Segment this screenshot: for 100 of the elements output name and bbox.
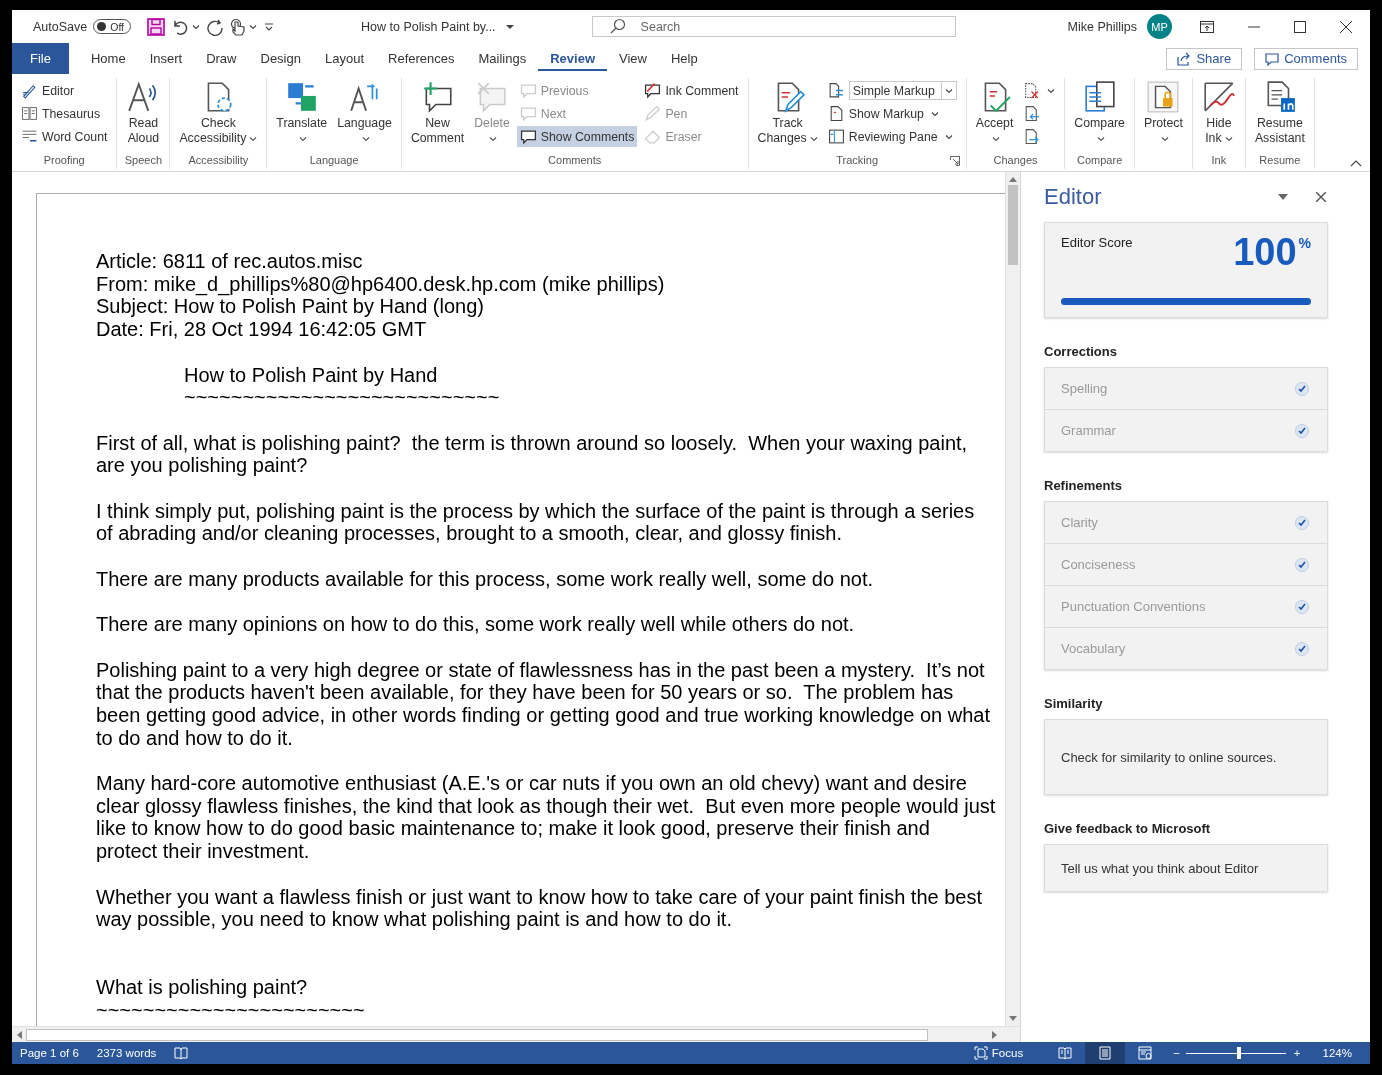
check-label: Clarity xyxy=(1061,515,1098,530)
ribbon-button[interactable]: Accept xyxy=(972,78,1017,154)
section-heading: Similarity xyxy=(1044,696,1104,711)
vertical-scrollbar[interactable] xyxy=(1005,172,1020,1026)
book-icon[interactable] xyxy=(174,1046,189,1060)
caret-icon xyxy=(299,134,308,143)
pane-icon xyxy=(827,128,845,145)
ribbon-tab[interactable]: Draw xyxy=(194,43,249,74)
markup-select[interactable]: Simple Markup xyxy=(848,81,957,100)
ribbon-button[interactable]: Track Changes xyxy=(754,78,821,154)
page-icon xyxy=(1099,1046,1112,1060)
action-card[interactable]: Tell us what you think about Editor xyxy=(1044,844,1328,892)
zoom-level[interactable]: 124% xyxy=(1322,1047,1352,1059)
share-icon xyxy=(1177,51,1192,66)
caret-icon xyxy=(362,134,371,143)
comment-icon xyxy=(519,128,537,145)
ribbon-button[interactable]: Translate xyxy=(273,78,331,154)
word-count[interactable]: 2373 words xyxy=(96,1047,157,1059)
ribbon-button[interactable]: Ink Comment xyxy=(641,80,742,101)
action-card[interactable]: Check for similarity to online sources. xyxy=(1044,719,1328,795)
group-label: Accessibility xyxy=(188,154,249,166)
section-heading: Give feedback to Microsoft xyxy=(1044,821,1212,836)
search-field[interactable]: Search xyxy=(591,16,956,37)
horizontal-scrollbar[interactable] xyxy=(12,1026,1020,1042)
document-icon xyxy=(827,82,845,99)
search-icon xyxy=(609,18,626,34)
close-icon[interactable] xyxy=(1316,192,1326,202)
ribbon-display-icon[interactable] xyxy=(1200,20,1214,33)
group-label: Compare xyxy=(1077,154,1123,166)
ribbon-button[interactable]: Show Markup xyxy=(824,103,960,124)
group-label: Proofing xyxy=(43,154,85,166)
caret-icon[interactable] xyxy=(1278,194,1288,200)
ribbon-button[interactable]: Thesaurus xyxy=(18,103,111,124)
caret-icon[interactable] xyxy=(249,22,258,31)
collapse-icon[interactable] xyxy=(1350,159,1362,167)
scroll-right-icon[interactable] xyxy=(992,1030,998,1039)
ribbon-button[interactable]: Read Aloud xyxy=(123,78,164,154)
ribbon-button[interactable]: Word Count xyxy=(18,126,111,147)
ribbon-tab[interactable]: Design xyxy=(248,43,313,74)
ribbon-tab[interactable]: Review xyxy=(538,43,607,74)
ribbon-tab[interactable]: View xyxy=(607,43,659,74)
ribbon-button[interactable]: Resume Assistant xyxy=(1251,78,1308,154)
ribbon-tab[interactable]: Home xyxy=(78,43,138,74)
comments-button[interactable]: Comments xyxy=(1254,47,1358,70)
group-label: Resume xyxy=(1259,154,1301,166)
ribbon-button[interactable]: Hide Ink xyxy=(1198,78,1239,154)
scroll-down-icon[interactable] xyxy=(1009,1016,1017,1022)
print-layout-button[interactable] xyxy=(1085,1042,1126,1064)
touch-icon[interactable] xyxy=(230,17,247,36)
heading-text: What is polishing paint? ~~~~~~~~~~~~~~~~~~~~~~~ xyxy=(96,975,365,1022)
document-title[interactable]: How to Polish Paint by... xyxy=(361,19,496,34)
group-label: Tracking xyxy=(836,154,879,166)
ribbon-tab[interactable]: Layout xyxy=(312,43,376,74)
ribbon-button[interactable]: Check Accessibility xyxy=(176,78,261,154)
paragraph: I think simply put, polishing paint is the process by which the surface of the paint is through a series of abrading and/or cleaning processes, brought to a smooth, clear, and glossy finish. xyxy=(96,499,975,546)
scroll-thumb[interactable] xyxy=(1008,185,1018,265)
ribbon-button[interactable]: Language xyxy=(334,78,395,154)
pencil-icon xyxy=(644,105,662,122)
share-button[interactable]: Share xyxy=(1166,47,1243,70)
file-tab[interactable]: File xyxy=(12,43,69,74)
save-icon[interactable] xyxy=(147,17,166,36)
check-label: Vocabulary xyxy=(1061,641,1126,656)
dialog-launcher-icon[interactable] xyxy=(949,156,960,166)
section-heading: Refinements xyxy=(1044,478,1124,493)
score-value: 100 xyxy=(1233,235,1297,269)
group-label: Language xyxy=(309,154,359,166)
focus-button[interactable]: Focus xyxy=(973,1046,1024,1060)
maximize-icon[interactable] xyxy=(1294,20,1306,33)
avatar[interactable]: MP xyxy=(1147,14,1172,39)
user-name[interactable]: Mike Phillips xyxy=(1067,19,1137,34)
ribbon-button[interactable]: Editor xyxy=(18,80,111,101)
scroll-left-icon[interactable] xyxy=(16,1030,22,1039)
caret-icon xyxy=(249,134,258,143)
caret-icon[interactable] xyxy=(192,22,201,31)
ribbon-button[interactable]: New Comment xyxy=(407,78,468,154)
close-icon[interactable] xyxy=(1340,20,1352,33)
comment-icon xyxy=(644,82,662,99)
zoom-in-button[interactable]: + xyxy=(1293,1047,1301,1059)
ribbon-tab[interactable]: References xyxy=(376,43,467,74)
slider-thumb[interactable] xyxy=(1236,1047,1241,1059)
scroll-up-icon[interactable] xyxy=(1009,176,1017,182)
ribbon-tab[interactable]: Help xyxy=(658,43,710,74)
scroll-thumb[interactable] xyxy=(26,1028,928,1041)
zoom-out-button[interactable]: − xyxy=(1173,1047,1180,1059)
ribbon-button[interactable]: Protect xyxy=(1140,78,1186,154)
customize-icon[interactable] xyxy=(263,20,276,33)
ribbon-button[interactable]: Reviewing Pane xyxy=(824,126,960,147)
group-label: Changes xyxy=(993,154,1038,166)
pane-title: Editor xyxy=(1044,184,1102,210)
redo-icon[interactable] xyxy=(206,17,225,36)
page-count[interactable]: Page 1 of 6 xyxy=(20,1047,79,1059)
section-heading: Corrections xyxy=(1044,344,1118,359)
ribbon-tab[interactable]: Mailings xyxy=(466,43,539,74)
ribbon-button[interactable]: Show Comments xyxy=(516,126,638,147)
score-label: Editor Score xyxy=(1061,235,1133,250)
lines-icon xyxy=(21,128,38,145)
book-icon xyxy=(1058,1047,1073,1059)
ribbon-button[interactable]: Compare xyxy=(1071,78,1128,154)
caret-icon[interactable] xyxy=(505,22,514,31)
ribbon-tab[interactable]: Insert xyxy=(137,43,195,74)
